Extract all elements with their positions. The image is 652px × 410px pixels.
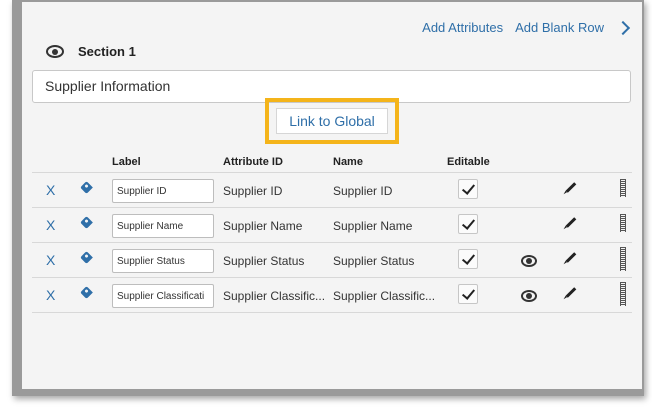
add-blank-row-link[interactable]: Add Blank Row <box>515 20 604 35</box>
section-header: Section 1 <box>46 44 136 59</box>
header-attribute-id: Attribute ID <box>223 156 283 168</box>
section-panel: Add Attributes Add Blank Row Section 1 S… <box>22 2 642 389</box>
attribute-id-cell: Supplier Status <box>223 254 305 268</box>
name-cell: Supplier Name <box>333 219 413 233</box>
drag-handle-icon[interactable] <box>620 247 626 271</box>
table-row: X Supplier Classificati Supplier Classif… <box>32 278 632 313</box>
section-title: Section 1 <box>78 44 136 59</box>
name-cell: Supplier Classific... <box>333 289 436 303</box>
tag-icon[interactable] <box>80 286 93 299</box>
header-label: Label <box>112 156 141 168</box>
toolbar: Add Attributes Add Blank Row <box>422 20 631 35</box>
label-input[interactable]: Supplier Classificati <box>112 284 214 308</box>
header-name: Name <box>333 156 363 168</box>
eye-icon[interactable] <box>521 255 537 267</box>
editable-checkbox[interactable] <box>458 214 478 234</box>
pencil-icon[interactable] <box>565 287 577 298</box>
drag-handle-icon[interactable] <box>620 179 626 197</box>
eye-icon[interactable] <box>521 290 537 302</box>
add-attributes-link[interactable]: Add Attributes <box>422 20 503 35</box>
link-to-global-button[interactable]: Link to Global <box>276 108 388 134</box>
tag-icon[interactable] <box>80 251 93 264</box>
pencil-icon[interactable] <box>565 182 577 193</box>
editable-checkbox[interactable] <box>458 284 478 304</box>
editable-checkbox[interactable] <box>458 249 478 269</box>
tag-icon[interactable] <box>80 216 93 229</box>
remove-row-button[interactable]: X <box>46 217 55 233</box>
label-input[interactable]: Supplier ID <box>112 179 214 203</box>
table-row: X Supplier Status Supplier Status Suppli… <box>32 243 632 278</box>
header-editable: Editable <box>447 156 490 168</box>
eye-icon[interactable] <box>46 45 64 58</box>
drag-handle-icon[interactable] <box>620 214 626 232</box>
table-row: X Supplier Name Supplier Name Supplier N… <box>32 208 632 243</box>
pencil-icon[interactable] <box>565 217 577 228</box>
link-global-highlight: Link to Global <box>265 98 399 144</box>
label-input[interactable]: Supplier Status <box>112 249 214 273</box>
remove-row-button[interactable]: X <box>46 287 55 303</box>
name-cell: Supplier Status <box>333 254 415 268</box>
remove-row-button[interactable]: X <box>46 252 55 268</box>
attribute-id-cell: Supplier Name <box>223 219 303 233</box>
table-row: X Supplier ID Supplier ID Supplier ID <box>32 173 632 208</box>
attributes-table: Label Attribute ID Name Editable X Suppl… <box>32 154 632 313</box>
label-input[interactable]: Supplier Name <box>112 214 214 238</box>
remove-row-button[interactable]: X <box>46 182 55 198</box>
drag-handle-icon[interactable] <box>620 282 626 306</box>
attribute-id-cell: Supplier ID <box>223 184 283 198</box>
attribute-id-cell: Supplier Classific... <box>223 289 326 303</box>
editable-checkbox[interactable] <box>458 179 478 199</box>
table-header: Label Attribute ID Name Editable <box>32 154 632 173</box>
name-cell: Supplier ID <box>333 184 393 198</box>
tag-icon[interactable] <box>80 181 93 194</box>
pencil-icon[interactable] <box>565 252 577 263</box>
chevron-right-icon[interactable] <box>615 20 631 35</box>
